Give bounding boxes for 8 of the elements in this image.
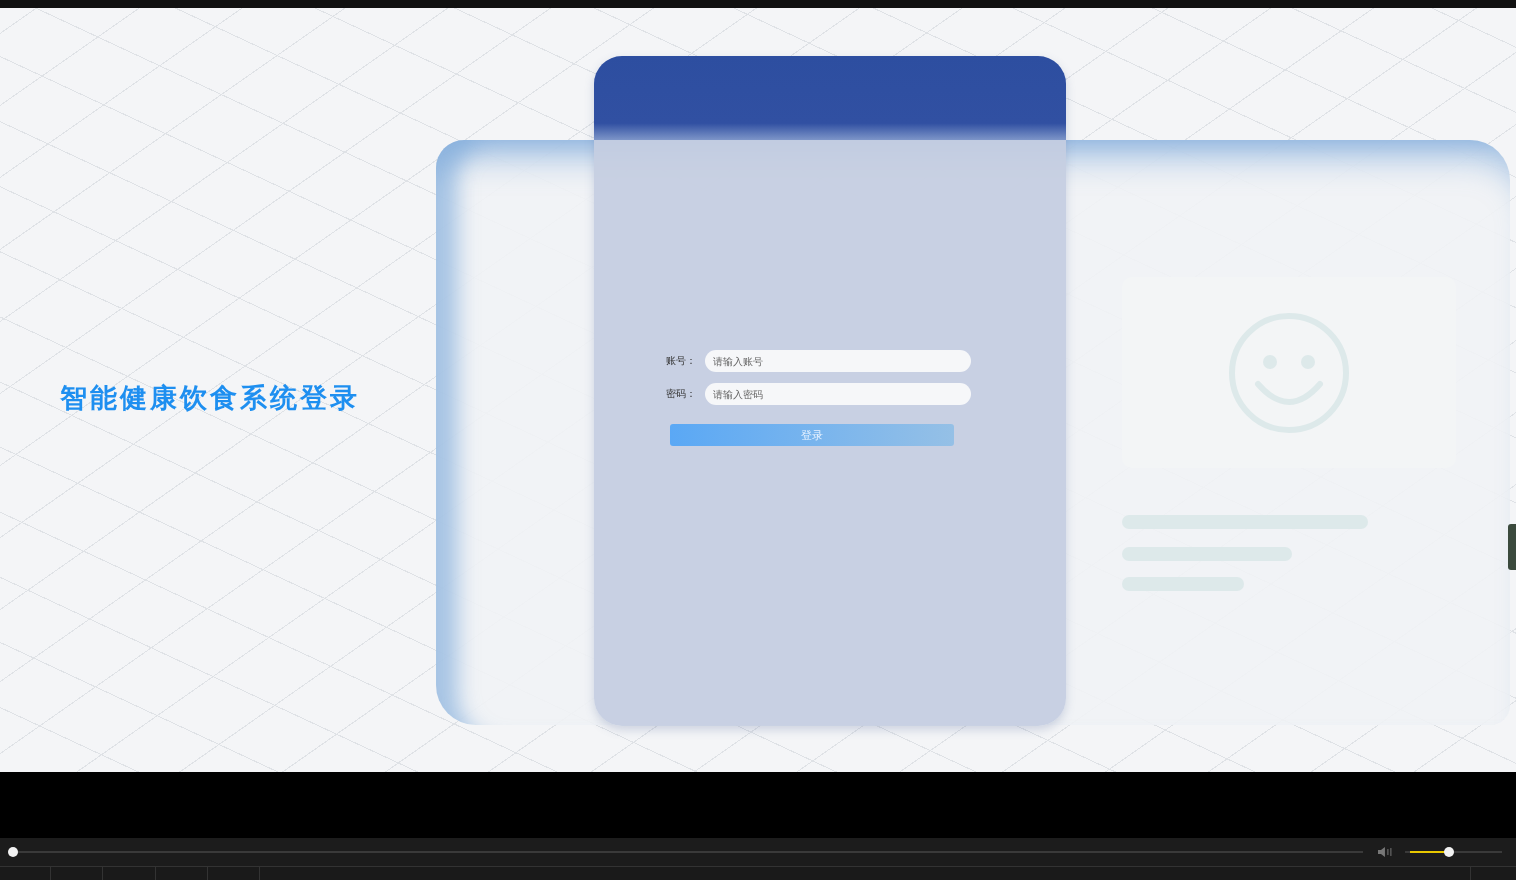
side-handle[interactable]	[1508, 524, 1516, 570]
field-label: 账号：	[666, 354, 697, 368]
input-field[interactable]: 请输入账号	[705, 350, 971, 372]
login-button[interactable]: 登录	[670, 424, 954, 446]
field-label: 密码：	[666, 387, 697, 401]
page-title: 智能健康饮食系统登录	[60, 381, 360, 415]
speaker-icon[interactable]	[1376, 846, 1393, 858]
input-field[interactable]: 请输入密码	[705, 383, 971, 405]
